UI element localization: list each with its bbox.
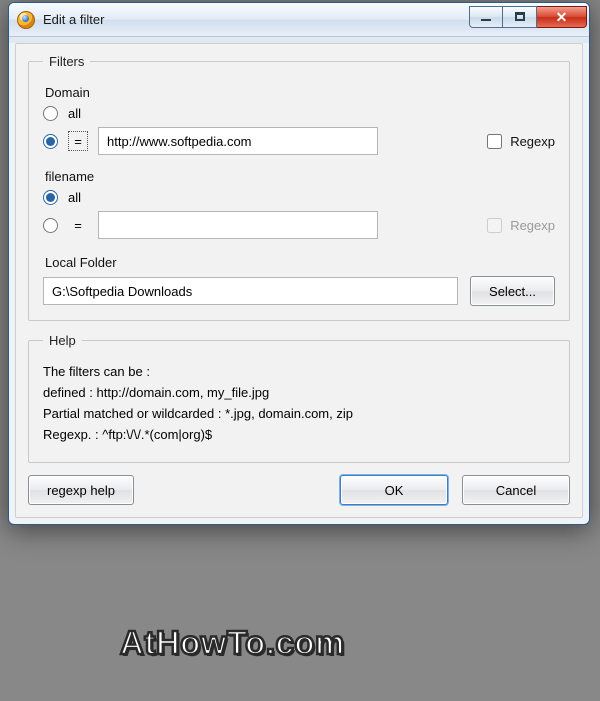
domain-radio-all[interactable]	[43, 106, 58, 121]
window-controls: ✕	[469, 6, 587, 28]
domain-label: Domain	[45, 85, 555, 100]
domain-radio-eq[interactable]	[43, 134, 58, 149]
ok-button[interactable]: OK	[340, 475, 448, 505]
filename-radio-eq[interactable]	[43, 218, 58, 233]
local-folder-label: Local Folder	[45, 255, 555, 270]
help-line: Regexp. : ^ftp:\/\/.*(com|org)$	[43, 427, 555, 442]
filename-eq-text: =	[68, 218, 88, 233]
maximize-button[interactable]	[503, 6, 537, 28]
minimize-icon	[481, 19, 491, 21]
help-legend: Help	[43, 333, 82, 348]
close-icon: ✕	[556, 10, 568, 24]
local-folder-input[interactable]	[43, 277, 458, 305]
client-area: Filters Domain all = Regexp filename all	[15, 43, 583, 518]
local-folder-row: Select...	[43, 276, 555, 306]
close-button[interactable]: ✕	[537, 6, 587, 28]
filters-group: Filters Domain all = Regexp filename all	[28, 54, 570, 321]
titlebar[interactable]: Edit a filter ✕	[9, 3, 589, 37]
equals-icon: =	[68, 131, 88, 151]
help-line: Partial matched or wildcarded : *.jpg, d…	[43, 406, 555, 421]
domain-regexp-checkbox[interactable]	[487, 134, 502, 149]
filename-regexp-checkbox	[487, 218, 502, 233]
filename-row-eq: = Regexp	[43, 211, 555, 239]
minimize-button[interactable]	[469, 6, 503, 28]
domain-input[interactable]	[98, 127, 378, 155]
cancel-button[interactable]: Cancel	[462, 475, 570, 505]
firefox-icon	[17, 11, 35, 29]
domain-all-text: all	[68, 106, 81, 121]
help-line: defined : http://domain.com, my_file.jpg	[43, 385, 555, 400]
domain-row-all: all	[43, 106, 555, 121]
regexp-help-button[interactable]: regexp help	[28, 475, 134, 505]
dialog-window: Edit a filter ✕ Filters Domain all = Reg…	[8, 2, 590, 525]
button-bar: regexp help OK Cancel	[28, 475, 570, 505]
filename-radio-all[interactable]	[43, 190, 58, 205]
filename-input[interactable]	[98, 211, 378, 239]
domain-regexp-wrap[interactable]: Regexp	[487, 134, 555, 149]
watermark-text: AtHowTo.com	[120, 624, 345, 662]
domain-row-eq: = Regexp	[43, 127, 555, 155]
help-line: The filters can be :	[43, 364, 555, 379]
help-group: Help The filters can be : defined : http…	[28, 333, 570, 463]
domain-regexp-label: Regexp	[510, 134, 555, 149]
filename-regexp-wrap: Regexp	[487, 218, 555, 233]
filename-row-all: all	[43, 190, 555, 205]
maximize-icon	[515, 12, 525, 21]
filters-legend: Filters	[43, 54, 90, 69]
filename-regexp-label: Regexp	[510, 218, 555, 233]
filename-all-text: all	[68, 190, 81, 205]
select-folder-button[interactable]: Select...	[470, 276, 555, 306]
window-title: Edit a filter	[43, 12, 104, 27]
filename-label: filename	[45, 169, 555, 184]
